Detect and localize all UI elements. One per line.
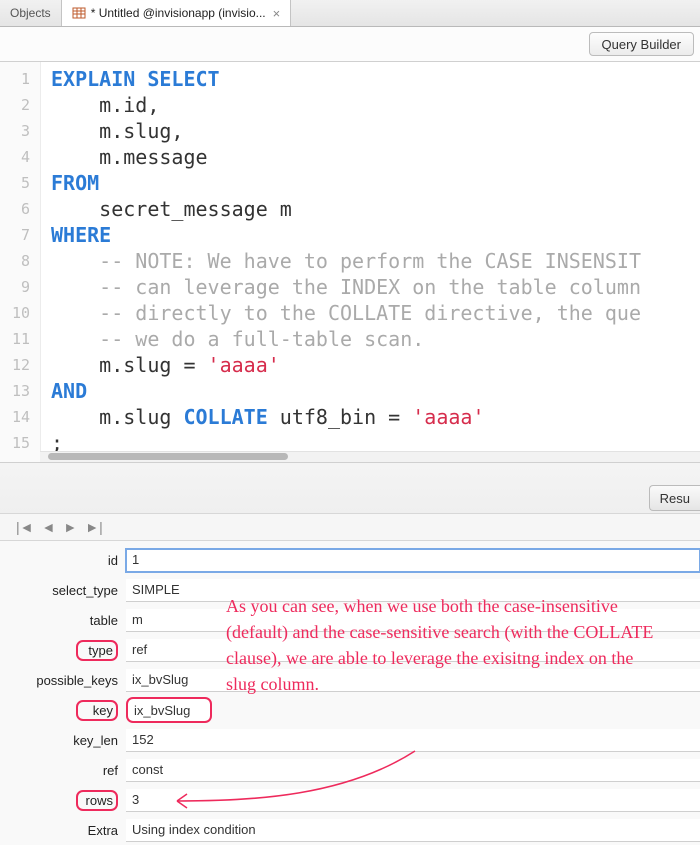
rows-field[interactable] — [126, 789, 700, 812]
key-len-label: key_len — [0, 733, 126, 748]
results-button[interactable]: Resu — [649, 485, 700, 511]
table-icon — [72, 6, 86, 20]
scrollbar-thumb[interactable] — [48, 453, 288, 460]
extra-field[interactable] — [126, 819, 700, 842]
tab-objects-label: Objects — [10, 6, 51, 20]
key-label: key — [0, 700, 126, 721]
results-toolbar: Resu — [0, 463, 700, 513]
ref-field[interactable] — [126, 759, 700, 782]
possible-keys-label: possible_keys — [0, 673, 126, 688]
last-record-icon[interactable]: ►| — [85, 520, 103, 534]
close-icon[interactable]: × — [273, 6, 281, 21]
code-body[interactable]: EXPLAIN SELECT m.id, m.slug, m.message F… — [41, 62, 700, 462]
line-gutter: 123 456 789 101112 131415 — [0, 62, 41, 462]
ref-label: ref — [0, 763, 126, 778]
code-editor[interactable]: 123 456 789 101112 131415 EXPLAIN SELECT… — [0, 62, 700, 463]
extra-label: Extra — [0, 823, 126, 838]
prev-record-icon[interactable]: ◄ — [42, 520, 56, 534]
tab-bar: Objects * Untitled @invisionapp (invisio… — [0, 0, 700, 27]
key-field[interactable] — [126, 697, 212, 723]
tab-active-label: * Untitled @invisionapp (invisio... — [91, 6, 266, 20]
query-builder-button[interactable]: Query Builder — [589, 32, 694, 56]
table-label: table — [0, 613, 126, 628]
first-record-icon[interactable]: |◄ — [16, 520, 34, 534]
explain-output: id select_type table type possible_keys … — [0, 541, 700, 845]
rows-label: rows — [0, 790, 126, 811]
record-nav: |◄ ◄ ► ►| — [0, 513, 700, 541]
tab-objects[interactable]: Objects — [0, 0, 62, 26]
id-label: id — [0, 553, 126, 568]
tab-active[interactable]: * Untitled @invisionapp (invisio... × — [62, 0, 292, 26]
id-field[interactable] — [126, 549, 700, 572]
horizontal-scrollbar[interactable] — [40, 451, 700, 462]
key-len-field[interactable] — [126, 729, 700, 752]
toolbar: Query Builder — [0, 27, 700, 62]
type-label: type — [0, 640, 126, 661]
annotation-text: As you can see, when we use both the cas… — [226, 593, 666, 697]
select-type-label: select_type — [0, 583, 126, 598]
next-record-icon[interactable]: ► — [63, 520, 77, 534]
